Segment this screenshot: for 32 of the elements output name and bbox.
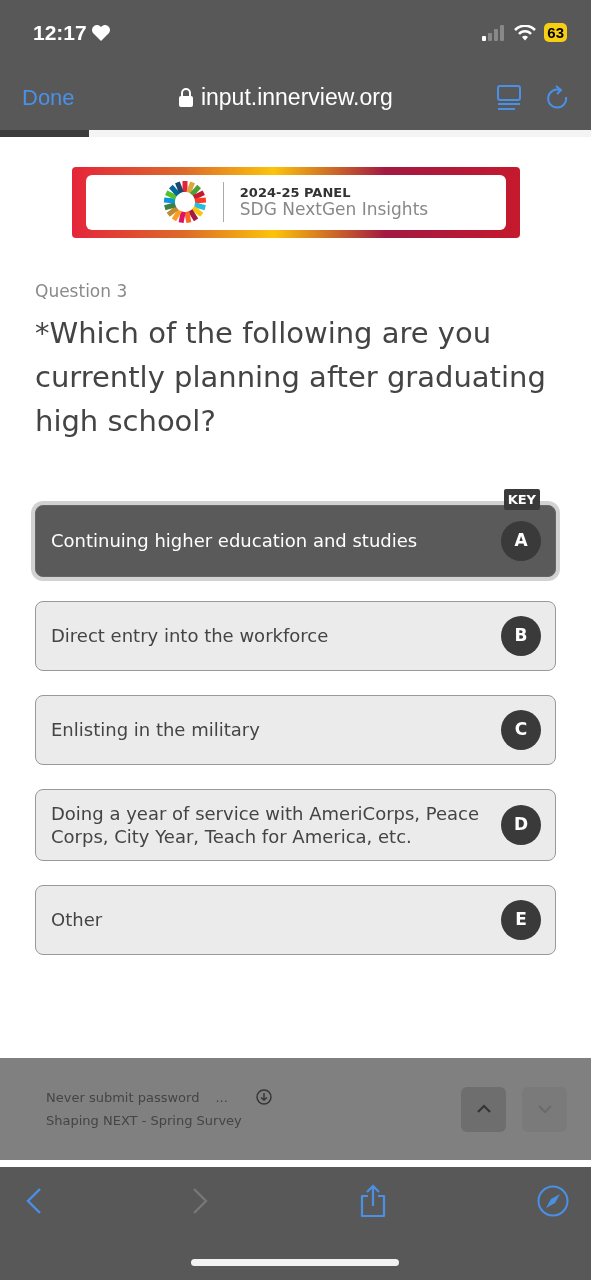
lock-icon bbox=[178, 88, 193, 107]
compass-button[interactable] bbox=[537, 1185, 569, 1217]
battery-level: 63 bbox=[544, 23, 567, 42]
key-letter: A bbox=[501, 520, 541, 561]
footer-text: Never submit password bbox=[46, 1088, 200, 1107]
wifi-icon bbox=[514, 24, 537, 41]
banner-subtitle: SDG NextGen Insights bbox=[239, 199, 429, 219]
answer-option[interactable]: Direct entry into the workforce B bbox=[35, 600, 556, 671]
ellipsis-text: ... bbox=[215, 1088, 228, 1107]
share-button[interactable] bbox=[358, 1184, 387, 1218]
clock-time: 12:17 bbox=[33, 19, 87, 46]
key-letter: E bbox=[501, 899, 541, 940]
sdg-wheel-icon bbox=[162, 180, 207, 224]
heart-icon bbox=[90, 23, 111, 42]
url-text[interactable]: input.innerview.org bbox=[200, 80, 393, 115]
download-icon[interactable] bbox=[255, 1089, 272, 1106]
key-label: KEY bbox=[503, 488, 540, 510]
answer-option[interactable]: Other E bbox=[35, 884, 556, 955]
reload-icon[interactable] bbox=[545, 84, 569, 111]
banner-title: 2024-25 PANEL bbox=[239, 185, 352, 200]
key-letter: B bbox=[501, 615, 541, 656]
question-text: *Which of the following are you currently planning after graduating high school? bbox=[35, 314, 547, 440]
back-button[interactable] bbox=[26, 1187, 42, 1215]
previous-button[interactable] bbox=[461, 1086, 506, 1132]
key-letter: C bbox=[501, 709, 541, 750]
survey-title: Shaping NEXT - Spring Survey bbox=[46, 1112, 243, 1130]
answer-option[interactable]: Enlisting in the military C bbox=[35, 694, 556, 765]
reader-icon[interactable] bbox=[497, 84, 521, 111]
signal-icon bbox=[482, 24, 507, 41]
key-letter: D bbox=[501, 804, 541, 845]
question-number: Question 3 bbox=[35, 280, 129, 303]
answer-option[interactable]: Doing a year of service with AmeriCorps, Peace Corps, City Year, Teach for America, etc. D bbox=[35, 788, 556, 861]
